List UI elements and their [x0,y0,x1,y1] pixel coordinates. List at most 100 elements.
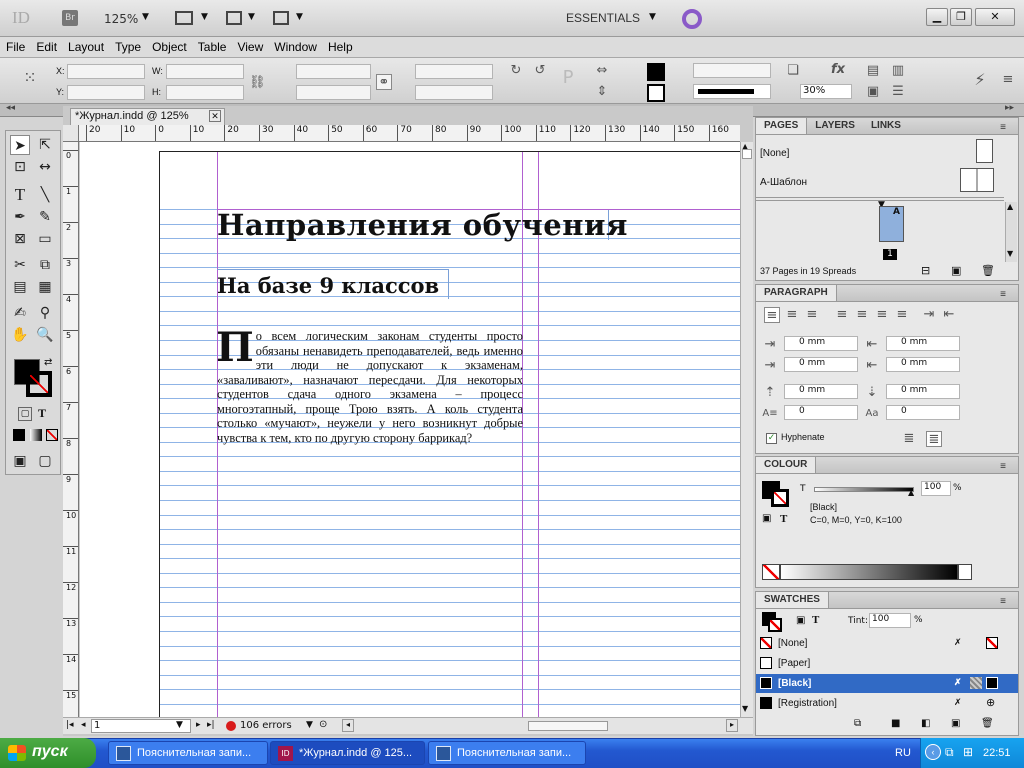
apply-gradient-icon[interactable] [30,429,42,441]
align-away-spine-icon[interactable]: ⇤ [941,307,957,323]
collapse-toolbox-icon[interactable]: ◂◂ [6,103,15,113]
scroll-down-icon[interactable]: ▼ [742,704,748,713]
swatches-stroke-icon[interactable] [768,618,782,632]
space-after-field[interactable]: 0 mm [886,384,960,399]
colour-tint-value[interactable]: 100 [921,481,951,496]
page-dropdown-icon[interactable]: ▼ [176,720,183,730]
align-baseline-grid-icon[interactable]: ≣ [926,431,942,447]
tab-colour[interactable]: COLOUR [756,457,817,473]
justify-center-icon[interactable]: ≡ [854,307,870,323]
a-master-thumb[interactable] [960,168,994,192]
view-options-dropdown-icon[interactable]: ▼ [201,12,208,22]
menu-help[interactable]: Help [322,37,358,54]
colour-text-icon[interactable]: T [780,513,787,525]
swatches-menu-icon[interactable]: ≡ [992,594,1014,610]
swatch-row-registration[interactable]: [Registration] ✗ ⊕ [756,694,1018,713]
new-swatch-icon[interactable]: ▣ [951,718,960,729]
preflight-errors[interactable]: 106 errors [240,720,292,731]
taskbar-item-word-2[interactable]: Пояснительная запи... [428,741,586,765]
apply-color-icon[interactable] [13,429,25,441]
y-field[interactable] [67,85,145,100]
taskbar-item-indesign[interactable]: ID *Журнал.indd @ 125... [270,741,425,765]
fill-swatch[interactable] [647,63,665,81]
scroll-thumb[interactable] [742,149,752,159]
bridge-button[interactable]: Br [62,10,78,26]
swatch-row-paper[interactable]: [Paper] [756,654,1018,673]
colour-container-icon[interactable]: ▣ [762,513,771,524]
type-tool-icon[interactable]: T [10,185,30,205]
tray-volume-icon[interactable]: ⊞ [963,745,973,759]
swatch-row-black[interactable]: [Black] ✗ [756,674,1018,693]
swatch-row-none[interactable]: [None] ✗ [756,634,1018,653]
screen-mode-icon[interactable] [226,11,242,25]
drop-cap-lines-field[interactable]: 0 [784,405,858,420]
quick-apply-icon[interactable]: ⚡ [972,72,988,88]
a-master[interactable]: А-Шаблон [760,177,807,188]
swap-colors-icon[interactable]: ⇄ [44,357,52,368]
restore-button[interactable]: ❐ [950,8,972,26]
colour-stroke-swatch[interactable] [771,489,789,507]
show-swatches-icon[interactable]: ⧉ [854,718,861,729]
document-tab[interactable]: *Журнал.indd @ 125% ✕ [70,108,225,125]
rotate-cw-icon[interactable]: ↻ [508,63,524,79]
last-line-indent-field[interactable]: 0 mm [886,357,960,372]
pages-scrollbar[interactable]: ▲ ▼ [1005,202,1017,262]
minimize-button[interactable]: ▁ [926,8,948,26]
text-wrap-icon[interactable]: ▤ [865,63,881,79]
scissors-tool-icon[interactable]: ✂ [10,255,30,275]
tab-pages[interactable]: PAGES [756,118,808,134]
effects-fx-icon[interactable]: fx [830,62,846,78]
arrange-documents-icon[interactable] [273,11,289,25]
colour-menu-icon[interactable]: ≡ [992,459,1014,475]
zoom-level[interactable]: 125% [104,12,138,26]
document-page[interactable]: Направления обучения На базе 9 классов П… [159,151,740,717]
pencil-tool-icon[interactable]: ✎ [35,207,55,227]
none-master-thumb[interactable] [976,139,993,163]
align-left-icon[interactable]: ≡ [764,307,780,323]
menu-table[interactable]: Table [192,37,232,54]
frame-fitting-icon[interactable]: ▣ [865,84,881,100]
eyedropper-tool-icon[interactable]: ⚲ [35,303,55,323]
align-icon[interactable]: ☰ [890,84,906,100]
close-tab-icon[interactable]: ✕ [209,110,221,122]
gradient-swatch-tool-icon[interactable]: ▤ [10,277,30,297]
colour-none-icon[interactable] [762,564,780,580]
expand-dock-icon[interactable]: ▸▸ [1005,103,1014,113]
show-colour-swatches-icon[interactable]: ■ [891,718,900,729]
close-button[interactable]: ✕ [975,8,1015,26]
hand-tool-icon[interactable]: ✋ [10,325,30,345]
align-center-icon[interactable]: ≡ [784,307,800,323]
colour-tint-slider[interactable] [814,487,914,492]
rectangle-frame-tool-icon[interactable]: ⊠ [10,229,30,249]
rotate-ccw-icon[interactable]: ↺ [532,63,548,79]
tint-field[interactable]: 100 [869,613,911,628]
pages-scroll-up-icon[interactable]: ▲ [1007,202,1013,211]
justify-all-icon[interactable]: ≡ [894,307,910,323]
vertical-scrollbar[interactable]: ▲ ▼ [740,142,753,717]
pages-menu-icon[interactable]: ≡ [992,120,1014,136]
cs-live-icon[interactable] [682,9,702,29]
justify-left-icon[interactable]: ≡ [834,307,850,323]
formatting-container-icon[interactable]: ▢ [18,407,32,421]
drop-cap-chars-field[interactable]: 0 [886,405,960,420]
direct-selection-tool-icon[interactable]: ⇱ [35,135,55,155]
stroke-type-field[interactable] [693,84,771,99]
paragraph-menu-icon[interactable]: ≡ [992,287,1014,303]
show-gradient-swatches-icon[interactable]: ◧ [921,718,930,729]
hyphenate-checkbox[interactable]: ✓ [766,433,777,444]
delete-page-icon[interactable]: 🗑 [981,264,995,277]
colour-slider-handle-icon[interactable]: ▲ [908,488,914,497]
horizontal-ruler[interactable]: 20 10 0 10 20 30 40 50 60 70 80 90 100 110 120 130 140 15… [63,125,740,142]
pasteboard[interactable]: Направления обучения На базе 9 классов П… [80,142,740,717]
stroke-color-icon[interactable] [26,371,52,397]
swatches-text-icon[interactable]: T [812,614,819,626]
page-tool-icon[interactable]: ⊡ [10,157,30,177]
swatches-container-icon[interactable]: ▣ [796,615,805,626]
new-page-icon[interactable]: ▣ [951,264,961,277]
menu-edit[interactable]: Edit [30,37,62,54]
tab-links[interactable]: LINKS [863,118,909,134]
opacity-field[interactable]: 30% [800,84,852,99]
drop-shadow-icon[interactable]: ❏ [785,63,801,79]
first-line-indent-field[interactable]: 0 mm [784,357,858,372]
start-button[interactable]: пуск [0,738,96,768]
